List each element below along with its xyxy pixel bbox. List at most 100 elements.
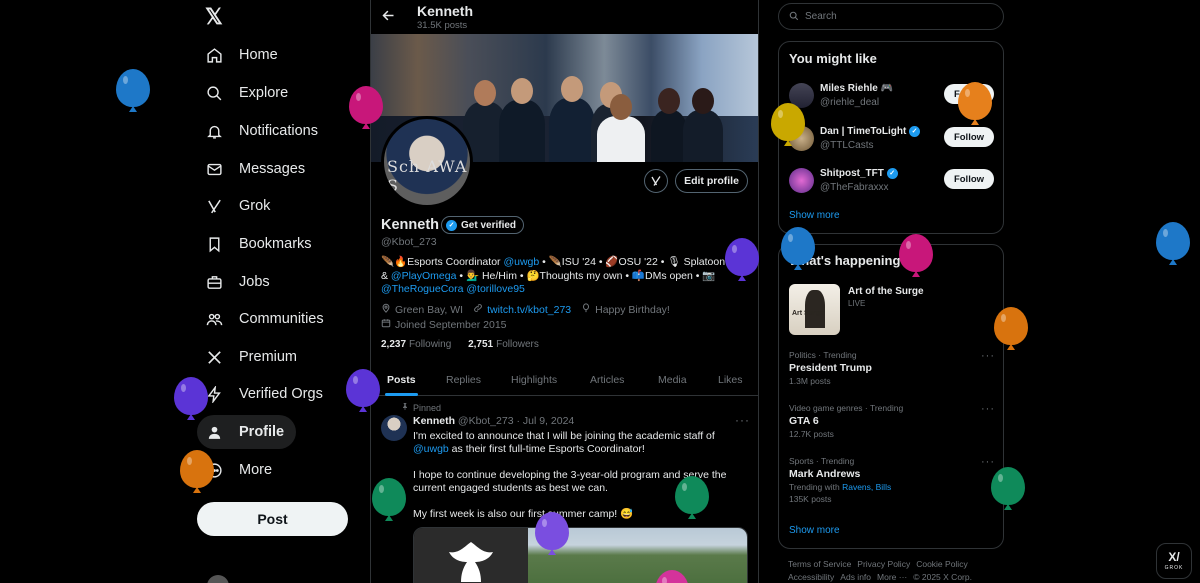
nav-home[interactable]: Home	[197, 38, 290, 72]
trend-count: 12.7K posts	[789, 429, 834, 439]
user-name: Shitpost_TFT	[820, 168, 884, 180]
trend-title: GTA 6	[789, 415, 819, 427]
grok-label: GROK	[1164, 565, 1184, 571]
trend-count: 135K posts	[789, 494, 832, 504]
tab-highlights[interactable]: Highlights	[511, 363, 557, 396]
trend-with-label: Trending with	[789, 482, 843, 492]
bio-mention[interactable]: @uwgb	[503, 256, 539, 268]
tweet-more-icon[interactable]: ···	[735, 413, 750, 427]
following-count: 2,237	[381, 339, 407, 350]
footer-link[interactable]: Privacy Policy	[857, 559, 910, 569]
more-icon[interactable]: ···	[981, 456, 995, 468]
nav-premium-label: Premium	[239, 349, 298, 365]
verified-badge-icon: ✓	[909, 126, 921, 137]
tab-posts[interactable]: Posts	[385, 363, 418, 396]
user-name: Dan | TimeToLight	[820, 126, 907, 138]
tab-media[interactable]: Media	[658, 363, 687, 396]
profile-name: Kenneth	[381, 217, 439, 233]
balloon-decoration	[372, 478, 406, 521]
more-icon[interactable]: ···	[981, 350, 995, 362]
show-more-link[interactable]: Show more	[789, 210, 840, 221]
edit-profile-button[interactable]: Edit profile	[675, 169, 748, 193]
nav-communities-label: Communities	[239, 311, 324, 327]
following-label: Following	[409, 339, 452, 350]
nav-explore[interactable]: Explore	[197, 76, 300, 110]
who-to-follow-title: You might like	[789, 51, 877, 66]
get-verified-button[interactable]: ✓ Get verified	[441, 216, 525, 234]
tab-articles[interactable]: Articles	[590, 363, 624, 396]
trend-category: Politics · Trending	[789, 350, 857, 360]
footer-link[interactable]: Cookie Policy	[916, 559, 968, 569]
trend-category: Sports · Trending	[789, 456, 855, 466]
left-navigation: 𝕏 Home Explore Notifications Messages Gr…	[197, 0, 367, 583]
show-more-link[interactable]: Show more	[789, 525, 840, 536]
trend-with-links[interactable]: Ravens, Bills	[842, 482, 891, 492]
balloon-decoration	[174, 377, 208, 420]
nav-communities[interactable]: Communities	[197, 302, 336, 336]
tab-likes[interactable]: Likes	[718, 363, 743, 396]
footer-link[interactable]: More ···	[877, 572, 907, 582]
tweet-avatar[interactable]	[381, 415, 407, 441]
briefcase-icon	[205, 273, 223, 291]
search-bar[interactable]	[778, 3, 1004, 30]
balloon-decoration	[781, 227, 815, 270]
bio-mention[interactable]: @PlayOmega	[391, 270, 457, 282]
footer-link[interactable]: Accessibility	[788, 572, 834, 582]
banner-person	[683, 88, 723, 162]
banner-person	[499, 78, 545, 162]
nav-jobs[interactable]: Jobs	[197, 265, 282, 299]
profile-joined-row: Joined September 2015	[381, 318, 507, 331]
back-arrow-icon[interactable]	[381, 8, 397, 24]
tweet-media-image[interactable]	[413, 527, 748, 583]
trend-item[interactable]: Video game genres · Trending GTA 6 12.7K…	[789, 403, 995, 439]
grok-profile-icon[interactable]	[644, 169, 668, 193]
nav-bookmarks-label: Bookmarks	[239, 236, 312, 252]
account-avatar[interactable]	[207, 575, 229, 583]
more-icon[interactable]: ···	[981, 403, 995, 415]
following-link[interactable]: 2,237 Following	[381, 339, 451, 350]
nav-bookmarks[interactable]: Bookmarks	[197, 227, 324, 261]
nav-notifications[interactable]: Notifications	[197, 114, 330, 148]
follow-button[interactable]: Follow	[944, 127, 994, 147]
whats-happening-card: What's happening Art Surge Art of the Su…	[778, 244, 1004, 549]
footer-link[interactable]: Ads info	[840, 572, 871, 582]
banner-person	[549, 76, 595, 162]
suggested-user[interactable]: Shitpost_TFT ✓ @TheFabraxxx Follow	[789, 166, 995, 200]
profile-website-link[interactable]: twitch.tv/kbot_273	[487, 304, 571, 316]
footer-link[interactable]: Terms of Service	[788, 559, 851, 569]
nav-verified-orgs[interactable]: Verified Orgs	[197, 377, 335, 411]
grok-floating-button[interactable]: X/ GROK	[1156, 543, 1192, 579]
nav-notifications-label: Notifications	[239, 123, 318, 139]
balloon-decoration	[1156, 222, 1190, 265]
tab-replies[interactable]: Replies	[446, 363, 481, 396]
bio-mention[interactable]: @TheRogueCora	[381, 283, 463, 295]
phoenix-logo-icon	[449, 542, 493, 582]
nav-grok[interactable]: Grok	[197, 189, 282, 223]
trend-item[interactable]: Politics · Trending President Trump 1.3M…	[789, 350, 995, 386]
profile-handle: @Kbot_273	[381, 236, 437, 248]
nav-premium[interactable]: Premium	[197, 340, 309, 374]
followers-link[interactable]: 2,751 Followers	[468, 339, 539, 350]
trend-item[interactable]: Sports · Trending Mark Andrews Trending …	[789, 456, 995, 504]
bio-mention[interactable]: @torillove95	[466, 283, 525, 295]
grok-icon	[205, 197, 223, 215]
search-input[interactable]	[805, 11, 985, 22]
nav-verified-orgs-label: Verified Orgs	[239, 386, 323, 402]
post-button[interactable]: Post	[197, 502, 348, 536]
nav-grok-label: Grok	[239, 198, 271, 214]
nav-messages[interactable]: Messages	[197, 152, 317, 186]
follow-button[interactable]: Follow	[944, 169, 994, 189]
suggested-user[interactable]: Dan | TimeToLight ✓ @TTLCasts Follow	[789, 124, 995, 158]
verified-badge-icon: ✓	[446, 219, 457, 231]
featured-event[interactable]: Art Surge Art of the Surge LIVE	[789, 284, 995, 336]
profile-avatar[interactable]: Sch AWA S	[381, 116, 473, 208]
location-icon	[381, 303, 391, 316]
tweet-mention[interactable]: @uwgb	[413, 443, 449, 455]
nav-profile[interactable]: Profile	[197, 415, 297, 449]
calendar-icon	[381, 318, 391, 331]
x-logo-icon[interactable]: 𝕏	[205, 6, 227, 28]
tweet-author-name[interactable]: Kenneth	[413, 415, 455, 427]
header-post-count: 31.5K posts	[417, 20, 468, 31]
balloon-decoration	[535, 512, 569, 555]
copyright-text: © 2025 X Corp.	[913, 572, 972, 582]
